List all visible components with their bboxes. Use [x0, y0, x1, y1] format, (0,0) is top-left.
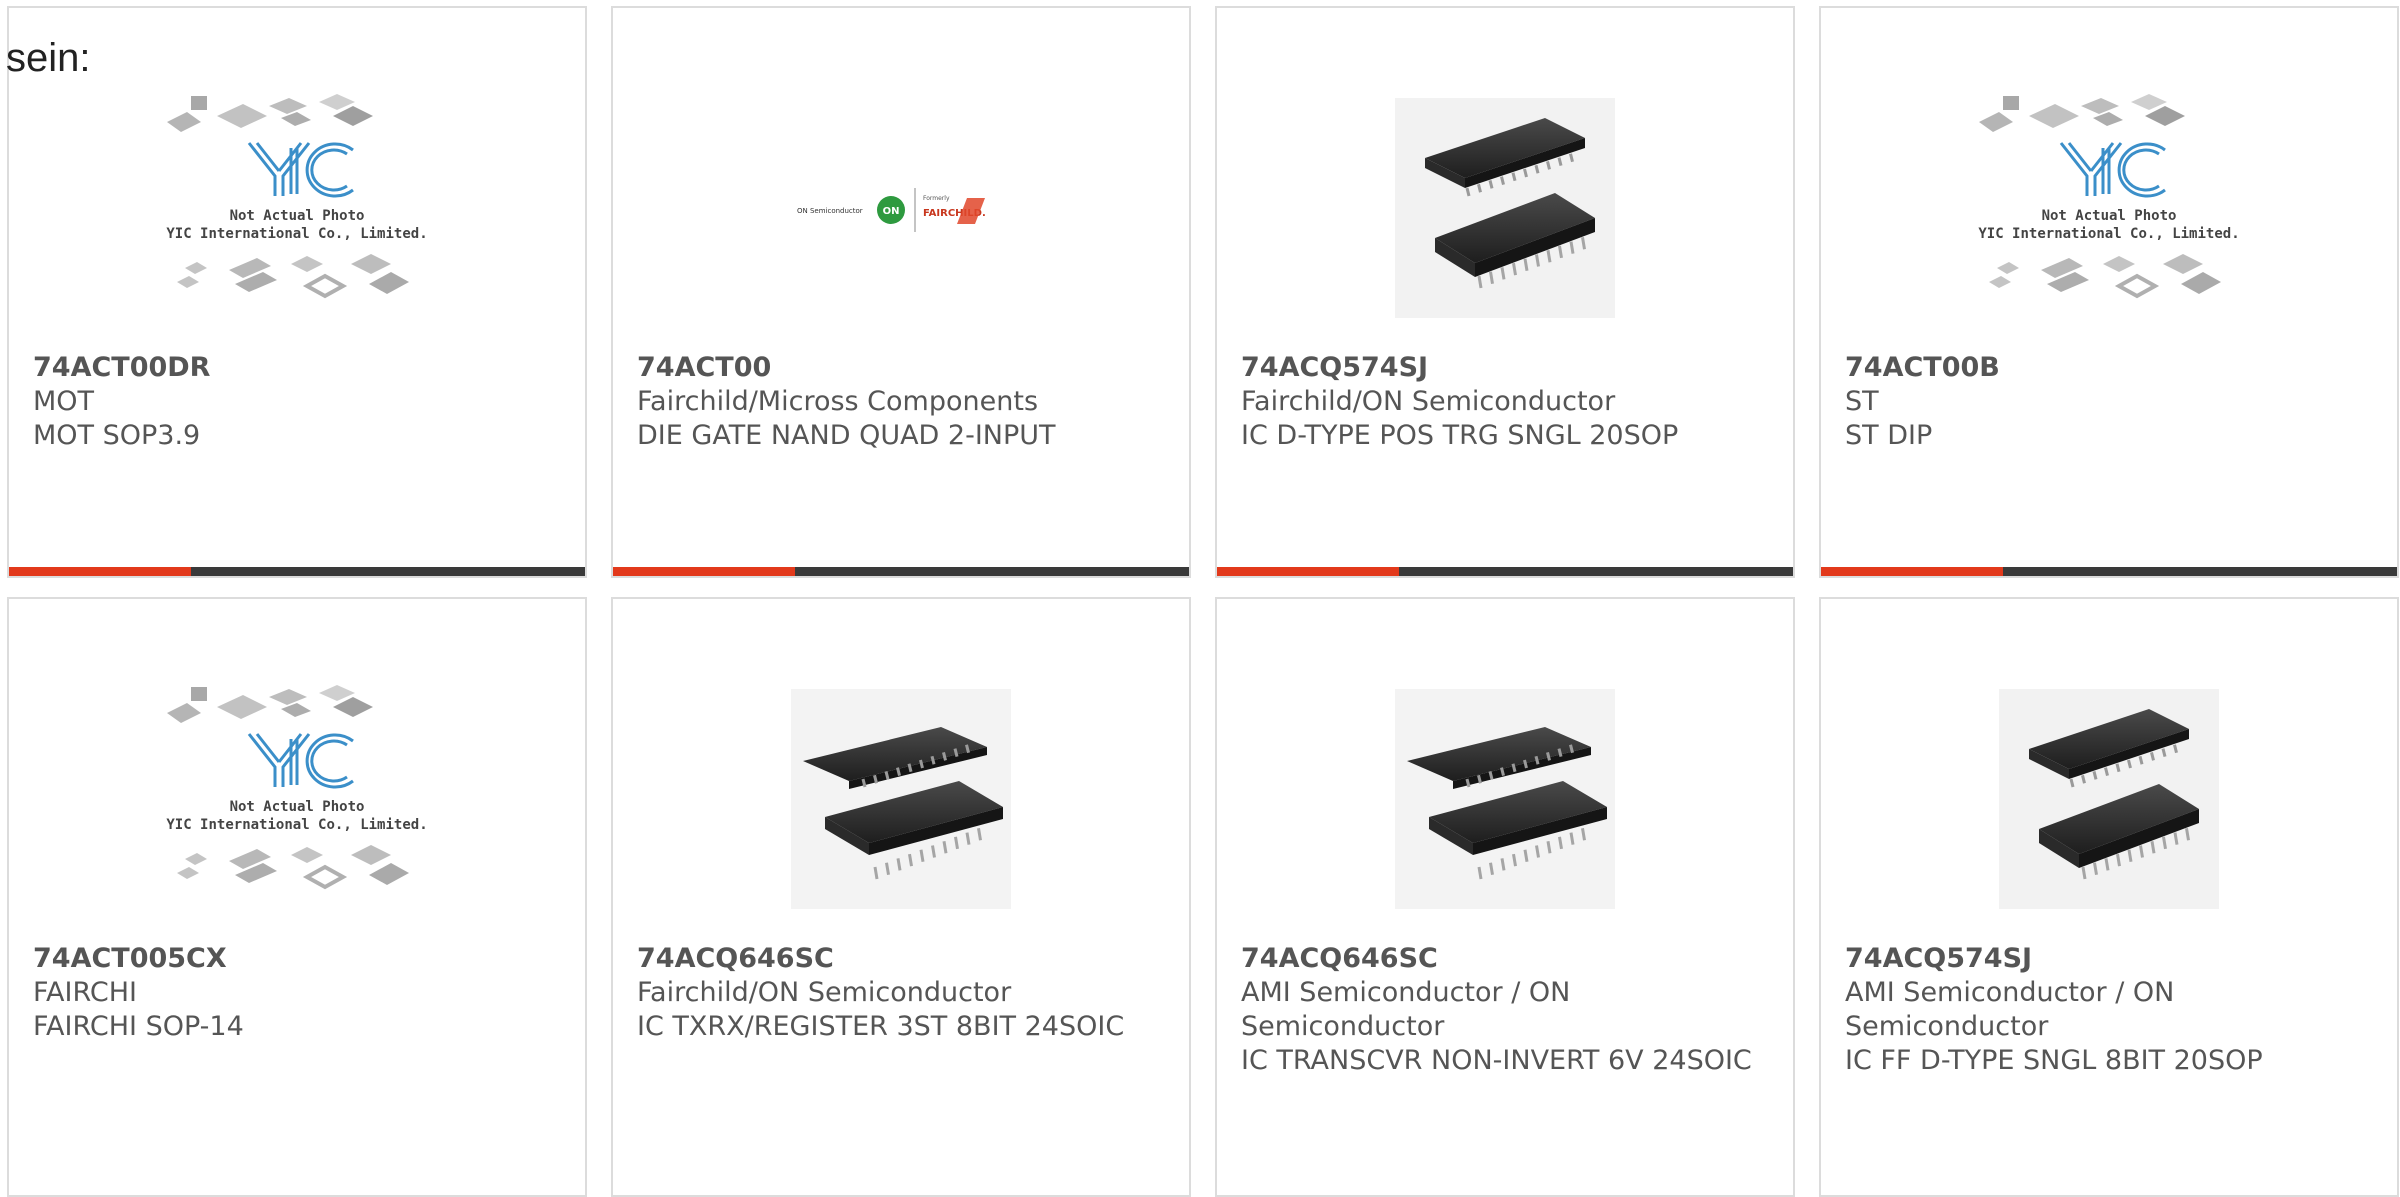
product-image[interactable]: Not Actual Photo YIC International Co., …	[9, 68, 585, 348]
part-number[interactable]: 74ACT00B	[1845, 351, 2379, 385]
part-number[interactable]: 74ACQ646SC	[637, 942, 1171, 976]
part-number[interactable]: 74ACT005CX	[33, 942, 567, 976]
description: FAIRCHI SOP-14	[33, 1011, 244, 1042]
card-accent-bar	[613, 567, 795, 576]
image-caption: YIC International Co., Limited.	[1978, 226, 2239, 242]
product-info: 74ACT005CX FAIRCHI FAIRCHI SOP-14	[33, 942, 567, 1044]
part-number[interactable]: 74ACQ646SC	[1241, 942, 1775, 976]
product-image[interactable]: Not Actual Photo YIC International Co., …	[9, 659, 585, 939]
product-card[interactable]: 74ACQ574SJ Fairchild/ON Semiconductor IC D…	[1215, 6, 1795, 578]
image-caption: Not Actual Photo	[230, 208, 365, 224]
description: IC FF D-TYPE SNGL 8BIT 20SOP	[1845, 1045, 2263, 1076]
image-caption: Not Actual Photo	[2042, 208, 2177, 224]
product-info: 74ACQ646SC AMI Semiconductor / ON Semicon…	[1241, 942, 1775, 1078]
product-card[interactable]: Not Actual Photo YIC International Co., …	[1819, 6, 2399, 578]
product-image[interactable]	[613, 659, 1189, 939]
product-image[interactable]	[1217, 659, 1793, 939]
card-accent-bar	[1217, 567, 1399, 576]
description: DIE GATE NAND QUAD 2-INPUT	[637, 420, 1056, 451]
part-number[interactable]: 74ACT00DR	[33, 351, 567, 385]
product-card[interactable]: Not Actual Photo YIC International Co., …	[7, 6, 587, 578]
product-image[interactable]	[1217, 68, 1793, 348]
image-caption: ON	[883, 206, 900, 217]
manufacturer: Fairchild/Micross Components	[637, 386, 1039, 417]
description: IC TRANSCVR NON-INVERT 6V 24SOIC	[1241, 1045, 1752, 1076]
image-caption: ON Semiconductor	[797, 207, 863, 215]
card-bottom-bar	[1821, 567, 2397, 576]
description: ST DIP	[1845, 420, 1933, 451]
product-card[interactable]: Not Actual Photo YIC International Co., …	[7, 597, 587, 1197]
product-info: 74ACT00 Fairchild/Micross Components DIE G…	[637, 351, 1171, 453]
product-image[interactable]: Not Actual Photo YIC International Co., …	[1821, 68, 2397, 348]
product-card[interactable]: 74ACQ646SC AMI Semiconductor / ON Semicon…	[1215, 597, 1795, 1197]
manufacturer: FAIRCHI	[33, 977, 138, 1008]
description: IC D-TYPE POS TRG SNGL 20SOP	[1241, 420, 1679, 451]
card-accent-bar	[9, 567, 191, 576]
part-number[interactable]: 74ACQ574SJ	[1845, 942, 2379, 976]
card-bottom-bar	[613, 567, 1189, 576]
product-info: 74ACQ646SC Fairchild/ON Semiconductor IC T…	[637, 942, 1171, 1044]
image-caption: YIC International Co., Limited.	[166, 817, 427, 833]
product-card[interactable]: 74ACQ574SJ AMI Semiconductor / ON Semicon…	[1819, 597, 2399, 1197]
part-number[interactable]: 74ACQ574SJ	[1241, 351, 1775, 385]
product-info: 74ACQ574SJ AMI Semiconductor / ON Semicon…	[1845, 942, 2379, 1078]
product-image[interactable]	[1821, 659, 2397, 939]
card-bottom-bar	[9, 567, 585, 576]
product-card[interactable]: ON Semiconductor ON Formerly FAIRCHILD. …	[611, 6, 1191, 578]
leading-text: sein:	[6, 36, 91, 80]
product-info: 74ACT00DR MOT MOT SOP3.9	[33, 351, 567, 453]
part-number[interactable]: 74ACT00	[637, 351, 1171, 385]
description: MOT SOP3.9	[33, 420, 201, 451]
manufacturer: MOT	[33, 386, 95, 417]
product-card[interactable]: 74ACQ646SC Fairchild/ON Semiconductor IC T…	[611, 597, 1191, 1197]
product-info: 74ACQ574SJ Fairchild/ON Semiconductor IC D…	[1241, 351, 1775, 453]
image-caption: YIC International Co., Limited.	[166, 226, 427, 242]
product-info: 74ACT00B ST ST DIP	[1845, 351, 2379, 453]
image-caption: Formerly	[923, 195, 950, 202]
manufacturer: AMI Semiconductor / ON Semiconductor	[1845, 977, 2175, 1042]
product-image[interactable]: ON Semiconductor ON Formerly FAIRCHILD.	[613, 68, 1189, 348]
card-accent-bar	[1821, 567, 2003, 576]
card-bottom-bar	[1217, 567, 1793, 576]
manufacturer: Fairchild/ON Semiconductor	[1241, 386, 1616, 417]
image-caption: Not Actual Photo	[230, 799, 365, 815]
manufacturer: Fairchild/ON Semiconductor	[637, 977, 1012, 1008]
description: IC TXRX/REGISTER 3ST 8BIT 24SOIC	[637, 1011, 1125, 1042]
manufacturer: ST	[1845, 386, 1879, 417]
manufacturer: AMI Semiconductor / ON Semiconductor	[1241, 977, 1571, 1042]
